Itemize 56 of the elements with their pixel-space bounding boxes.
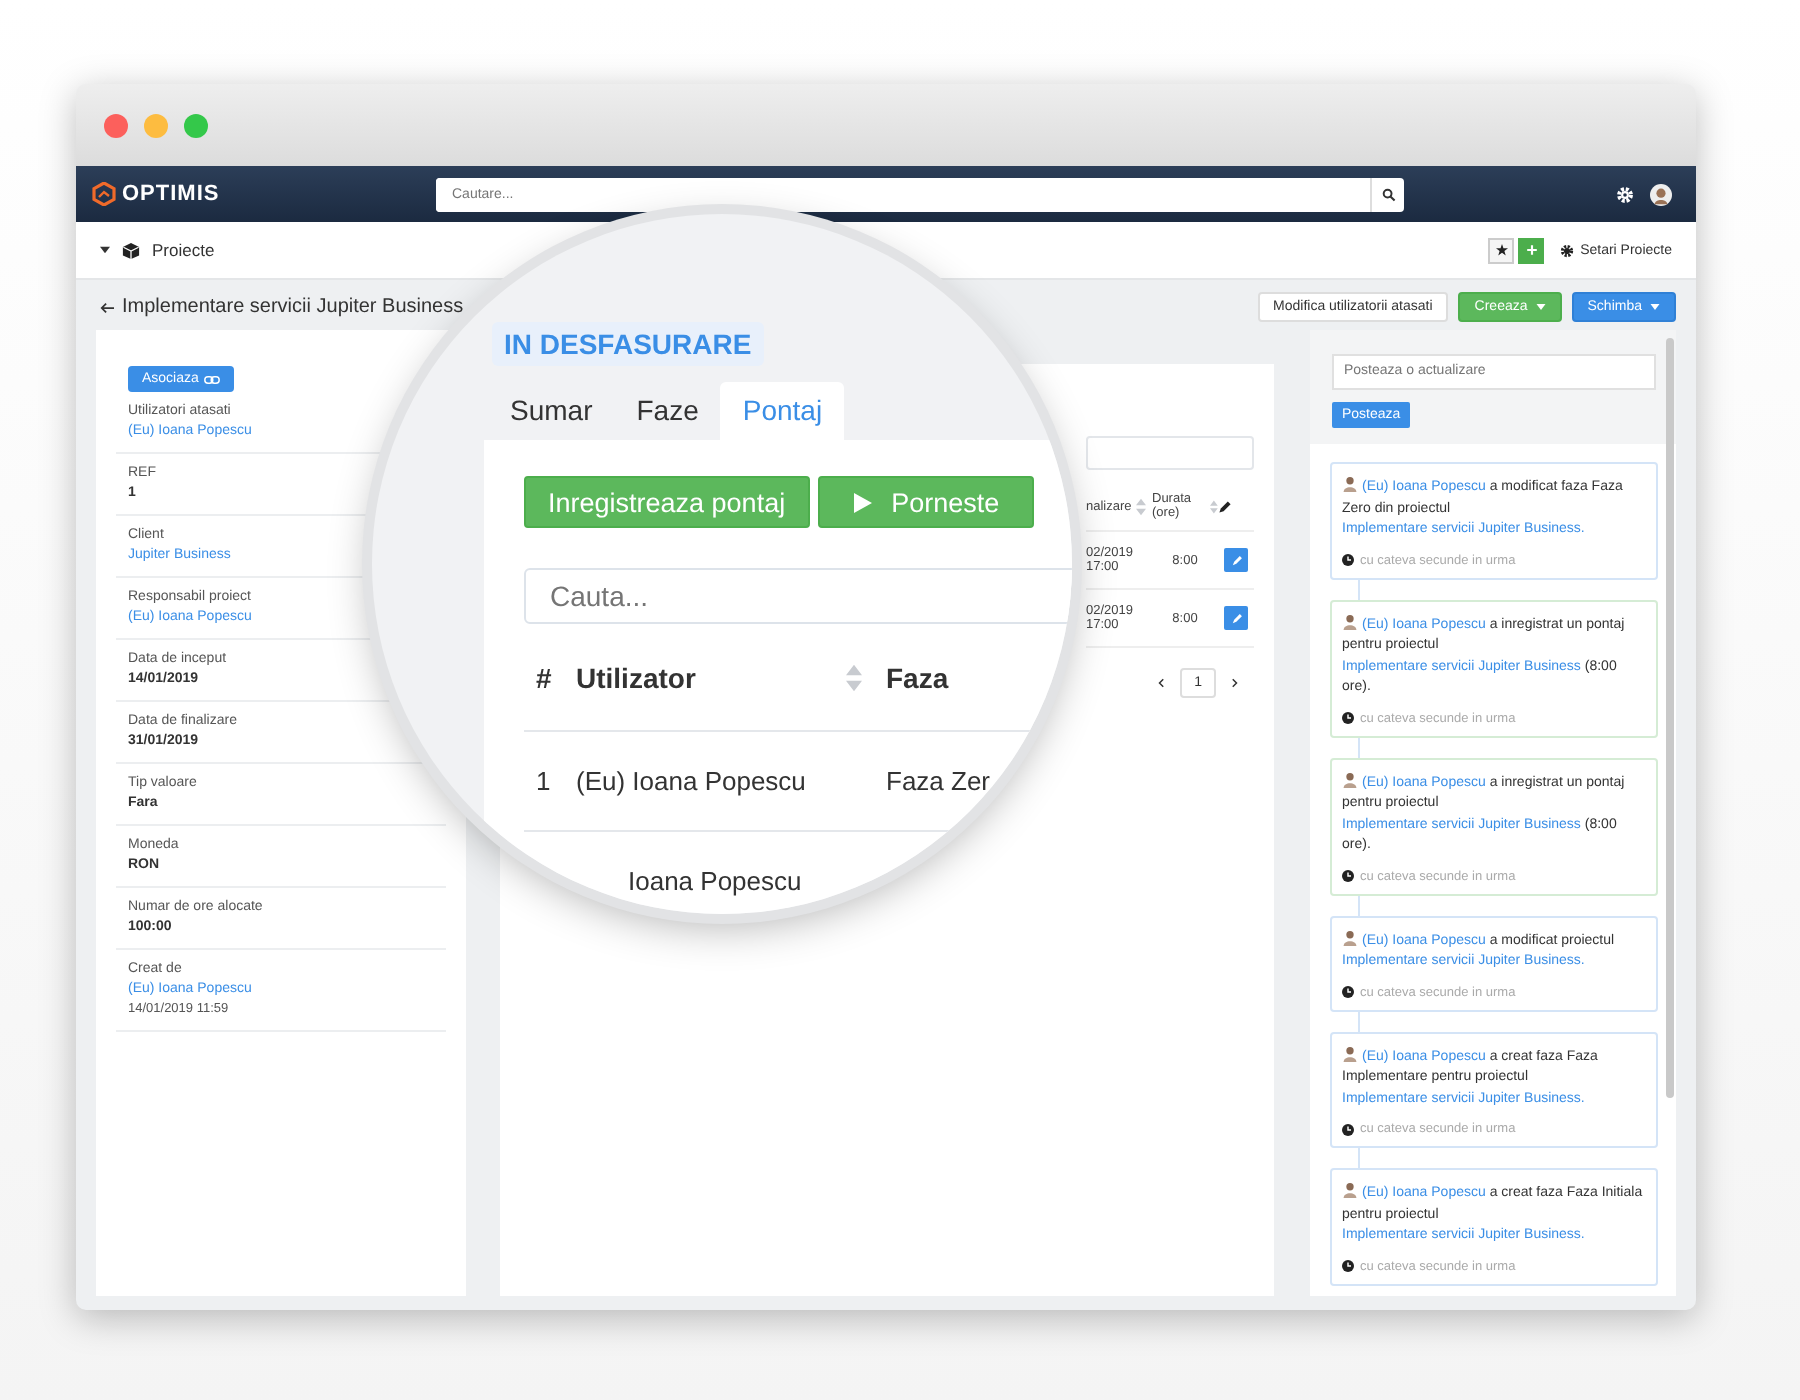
link-icon	[204, 375, 221, 383]
settings-icon	[1560, 243, 1575, 257]
clock-icon	[1342, 870, 1354, 882]
clock-icon	[1342, 554, 1354, 566]
search-icon[interactable]	[1381, 187, 1395, 201]
cube-icon	[122, 241, 140, 259]
clock-icon	[1342, 986, 1354, 998]
column-header: Utilizator	[576, 662, 696, 694]
project-title: Implementare servicii Jupiter Business	[122, 296, 464, 318]
edit-button[interactable]	[1224, 606, 1248, 630]
clock-icon	[1342, 1260, 1354, 1272]
sort-icon	[846, 664, 862, 692]
avatar-icon	[1342, 1182, 1358, 1198]
clock-icon	[1342, 1123, 1354, 1135]
avatar-icon	[1342, 613, 1358, 629]
pencil-icon	[1229, 611, 1243, 625]
table-cell-text: Faza Zer	[886, 766, 993, 796]
caret-icon[interactable]	[100, 246, 110, 254]
pencil-icon	[1229, 553, 1243, 567]
star-icon	[1495, 244, 1508, 256]
start-button[interactable]: Porneste	[817, 476, 1034, 528]
tab[interactable]: Pontaj	[720, 382, 845, 440]
avatar-icon	[1342, 929, 1358, 945]
logo-text: OPTIMIS	[122, 182, 220, 206]
next-page-icon[interactable]	[1232, 678, 1238, 688]
plus-icon	[1525, 244, 1538, 256]
avatar-icon[interactable]	[1650, 183, 1672, 205]
table-cell-text: (Eu) Ioana Popescu	[576, 766, 808, 796]
column-header: #	[536, 662, 552, 694]
favorite-button[interactable]	[1488, 237, 1515, 263]
back-arrow-icon[interactable]	[100, 301, 114, 313]
search-field[interactable]: Cauta...	[524, 568, 1072, 624]
previous-page-icon[interactable]	[1158, 678, 1165, 688]
clock-icon	[1342, 712, 1354, 724]
scrollbar[interactable]	[1666, 338, 1674, 1098]
avatar-icon	[1342, 1045, 1358, 1061]
avatar-icon	[1342, 771, 1358, 787]
play-icon	[851, 491, 872, 513]
avatar-icon	[1342, 476, 1358, 492]
sort-icon	[1210, 497, 1218, 515]
table-search-field[interactable]	[1086, 436, 1254, 470]
pencil-icon	[1218, 499, 1232, 513]
table-cell-text: 1	[536, 766, 553, 796]
settings-icon[interactable]	[1616, 185, 1634, 203]
caret-icon	[1535, 304, 1546, 310]
column-header: Faza	[886, 662, 949, 694]
record-button[interactable]: Inregistreaza pontaj	[524, 476, 810, 528]
table-cell-text: Ioana Popescu	[628, 866, 804, 896]
caret-icon	[1650, 304, 1660, 310]
logo-icon	[92, 182, 116, 206]
tab[interactable]: Faze	[614, 382, 721, 440]
edit-button[interactable]	[1224, 548, 1248, 572]
status-badge: IN DESFASURARE	[492, 322, 764, 366]
tab[interactable]: Sumar	[488, 382, 615, 440]
section-title: Proiecte	[152, 240, 215, 260]
sort-icon	[1135, 497, 1146, 515]
